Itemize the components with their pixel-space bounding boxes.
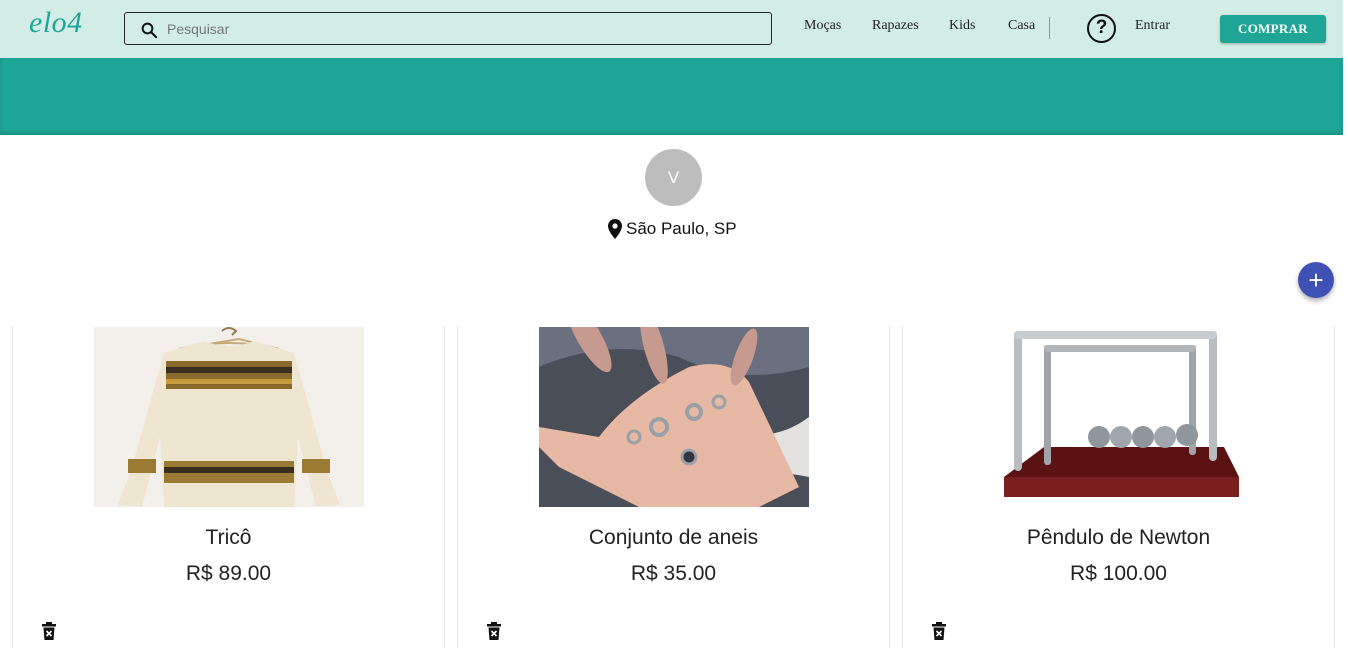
help-icon[interactable]: ? [1087, 14, 1116, 43]
login-link[interactable]: Entrar [1135, 18, 1170, 34]
logo[interactable]: elo4 [29, 6, 83, 40]
product-title: Tricô [205, 526, 252, 549]
delete-icon[interactable] [41, 622, 57, 640]
search-bar[interactable] [124, 12, 772, 45]
product-card[interactable]: Conjunto de aneis R$ 35.00 [457, 326, 890, 648]
product-image-rings[interactable] [539, 327, 809, 507]
delete-icon[interactable] [486, 622, 502, 640]
product-image-sweater[interactable] [94, 327, 364, 507]
location: São Paulo, SP [608, 215, 737, 243]
nav-divider [1049, 17, 1050, 39]
product-price: R$ 100.00 [1070, 562, 1167, 585]
product-title: Pêndulo de Newton [1026, 526, 1211, 549]
profile-banner [0, 58, 1343, 135]
nav-link-casa[interactable]: Casa [1008, 18, 1035, 34]
location-pin-icon [608, 219, 622, 239]
product-card[interactable]: Pêndulo de Newton R$ 100.00 [902, 326, 1335, 648]
nav-link-kids[interactable]: Kids [949, 18, 975, 34]
product-price: R$ 35.00 [630, 562, 717, 585]
search-icon [141, 22, 158, 39]
product-price: R$ 89.00 [185, 562, 272, 585]
product-image-newton-cradle[interactable] [984, 327, 1254, 507]
avatar: V [645, 149, 702, 206]
search-input[interactable] [167, 17, 757, 41]
delete-icon[interactable] [931, 622, 947, 640]
nav-link-rapazes[interactable]: Rapazes [872, 18, 919, 34]
nav-link-mocas[interactable]: Moças [804, 18, 841, 34]
top-navbar: elo4 Moças Rapazes Kids Casa ? Entrar CO… [0, 0, 1343, 58]
buy-button[interactable]: COMPRAR [1220, 15, 1326, 43]
add-product-button[interactable]: + [1298, 262, 1334, 298]
location-text: São Paulo, SP [626, 219, 737, 238]
product-card[interactable]: Tricô R$ 89.00 [12, 326, 445, 648]
product-title: Conjunto de aneis [588, 526, 759, 549]
